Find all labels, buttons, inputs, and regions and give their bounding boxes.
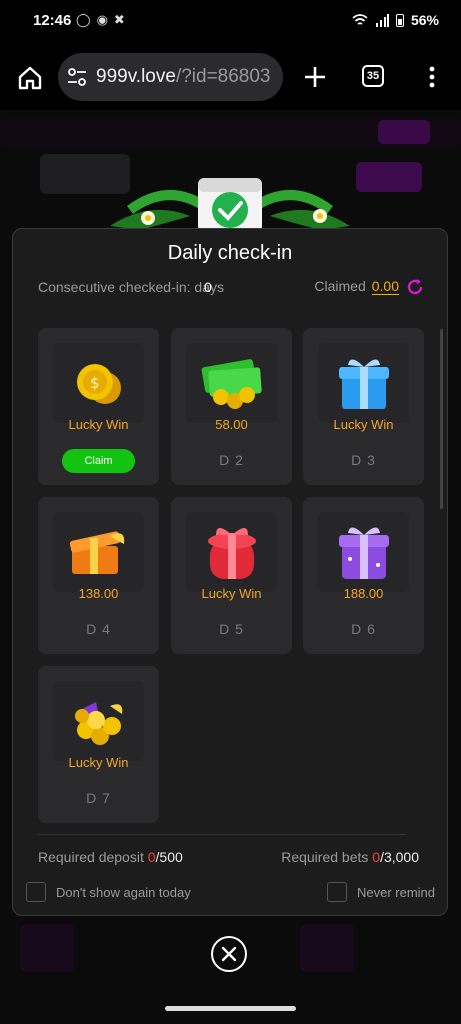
cash-coins-icon <box>186 343 277 423</box>
daily-checkin-dialog: Daily check-in Consecutive checked-in: d… <box>12 228 448 916</box>
site-settings-icon[interactable] <box>66 66 88 88</box>
purple-gift-icon <box>318 512 409 592</box>
blue-gift-icon <box>318 343 409 423</box>
notification-icons: ◯ ◉ ✖ <box>76 12 125 28</box>
address-bar[interactable]: 999v.love/?id=86803 <box>58 53 283 101</box>
dont-show-today-checkbox[interactable]: Don't show again today <box>26 882 191 902</box>
chat-icon: ◉ <box>96 12 108 27</box>
checkbox-box[interactable] <box>326 882 347 902</box>
checkin-card-day6[interactable]: 188.00 D 6 <box>303 497 424 654</box>
required-deposit-label: Required deposit <box>38 849 144 865</box>
checkin-banner <box>110 178 350 234</box>
card-day-label: D 4 <box>86 621 111 637</box>
never-remind-checkbox[interactable]: Never remind <box>326 882 435 902</box>
checkin-card-day1[interactable]: $ Lucky Win Claim <box>38 328 159 485</box>
claimed-label: Claimed <box>314 278 366 294</box>
url-text[interactable]: 999v.love/?id=86803 <box>96 66 271 88</box>
url-host: 999v.love <box>96 66 176 87</box>
dialog-title: Daily check-in <box>167 242 293 264</box>
card-reward-label: Lucky Win <box>201 586 262 601</box>
url-path: /?id=86803 <box>175 66 271 87</box>
claimed-amount: 0.00 <box>371 278 399 295</box>
checkbox-box[interactable] <box>26 882 46 902</box>
consecutive-label: Consecutive checked-in: days <box>38 279 224 295</box>
red-gift-icon <box>186 512 277 592</box>
required-bets-target: /3,000 <box>380 849 419 865</box>
status-time: 12:46 <box>33 12 72 29</box>
checkin-card-day2[interactable]: 58.00 D 2 <box>171 328 292 485</box>
card-reward-label: 188.00 <box>343 586 384 601</box>
required-bets: Required bets 0/3,000 <box>281 849 419 865</box>
close-icon <box>221 946 237 962</box>
card-reward-label: Lucky Win <box>68 755 129 770</box>
bg-nav-item <box>300 924 354 972</box>
dont-show-label: Don't show again today <box>56 884 191 900</box>
divider <box>38 834 406 835</box>
scrollbar[interactable] <box>440 329 443 509</box>
status-bar: 12:46 ◯ ◉ ✖ 56% <box>0 0 461 44</box>
coins-icon: $ <box>53 343 144 423</box>
tools-icon: ✖ <box>113 12 125 27</box>
gesture-home-indicator[interactable] <box>165 1006 296 1011</box>
tab-switcher-button[interactable]: 35 <box>362 65 384 87</box>
checkin-card-day7[interactable]: Lucky Win D 7 <box>38 666 159 823</box>
browser-toolbar: 999v.love/?id=86803 35 <box>0 44 461 110</box>
required-bets-label: Required bets <box>281 849 369 865</box>
checkin-card-day4[interactable]: 138.00 D 4 <box>38 497 159 654</box>
wifi-icon <box>352 14 368 25</box>
card-day-label: D 7 <box>86 790 111 806</box>
whatsapp-icon: ◯ <box>76 12 91 27</box>
card-day-label: D 3 <box>351 452 376 468</box>
card-day-label: D 2 <box>219 452 244 468</box>
never-remind-label: Never remind <box>356 884 435 900</box>
signal-icon <box>375 14 389 27</box>
card-reward-label: 58.00 <box>215 417 248 432</box>
gold-pile-icon <box>53 681 144 761</box>
card-reward-label: Lucky Win <box>333 417 394 432</box>
bg-pill <box>378 120 430 144</box>
required-deposit: Required deposit 0/500 <box>38 849 183 865</box>
claimed-summary: Claimed 0.00 <box>314 278 399 295</box>
card-day-label: D 5 <box>219 621 244 637</box>
card-day-label: D 6 <box>351 621 376 637</box>
battery-percent: 56% <box>410 12 439 28</box>
card-reward-label: 138.00 <box>78 586 119 601</box>
consecutive-checkin-text: Consecutive checked-in: days 0 <box>38 278 228 296</box>
new-tab-icon[interactable] <box>302 64 328 90</box>
bg-nav-item <box>20 924 74 972</box>
orange-gift-icon <box>53 512 144 592</box>
home-icon[interactable] <box>16 64 44 92</box>
overflow-menu-icon[interactable] <box>424 64 440 90</box>
battery-icon <box>395 14 404 27</box>
bg-button <box>356 162 422 192</box>
svg-text:$: $ <box>90 374 100 392</box>
card-reward-label: Lucky Win <box>68 417 129 432</box>
system-icons: 56% <box>352 12 439 28</box>
consecutive-count: 0 <box>204 279 212 295</box>
checkin-card-day3[interactable]: Lucky Win D 3 <box>303 328 424 485</box>
close-dialog-button[interactable] <box>211 936 247 972</box>
required-deposit-current: 0 <box>147 849 156 865</box>
claim-button[interactable]: Claim <box>62 449 135 473</box>
required-bets-current: 0 <box>372 849 381 865</box>
required-deposit-target: /500 <box>155 849 183 865</box>
checkin-card-day5[interactable]: Lucky Win D 5 <box>171 497 292 654</box>
refresh-icon[interactable] <box>405 277 425 297</box>
